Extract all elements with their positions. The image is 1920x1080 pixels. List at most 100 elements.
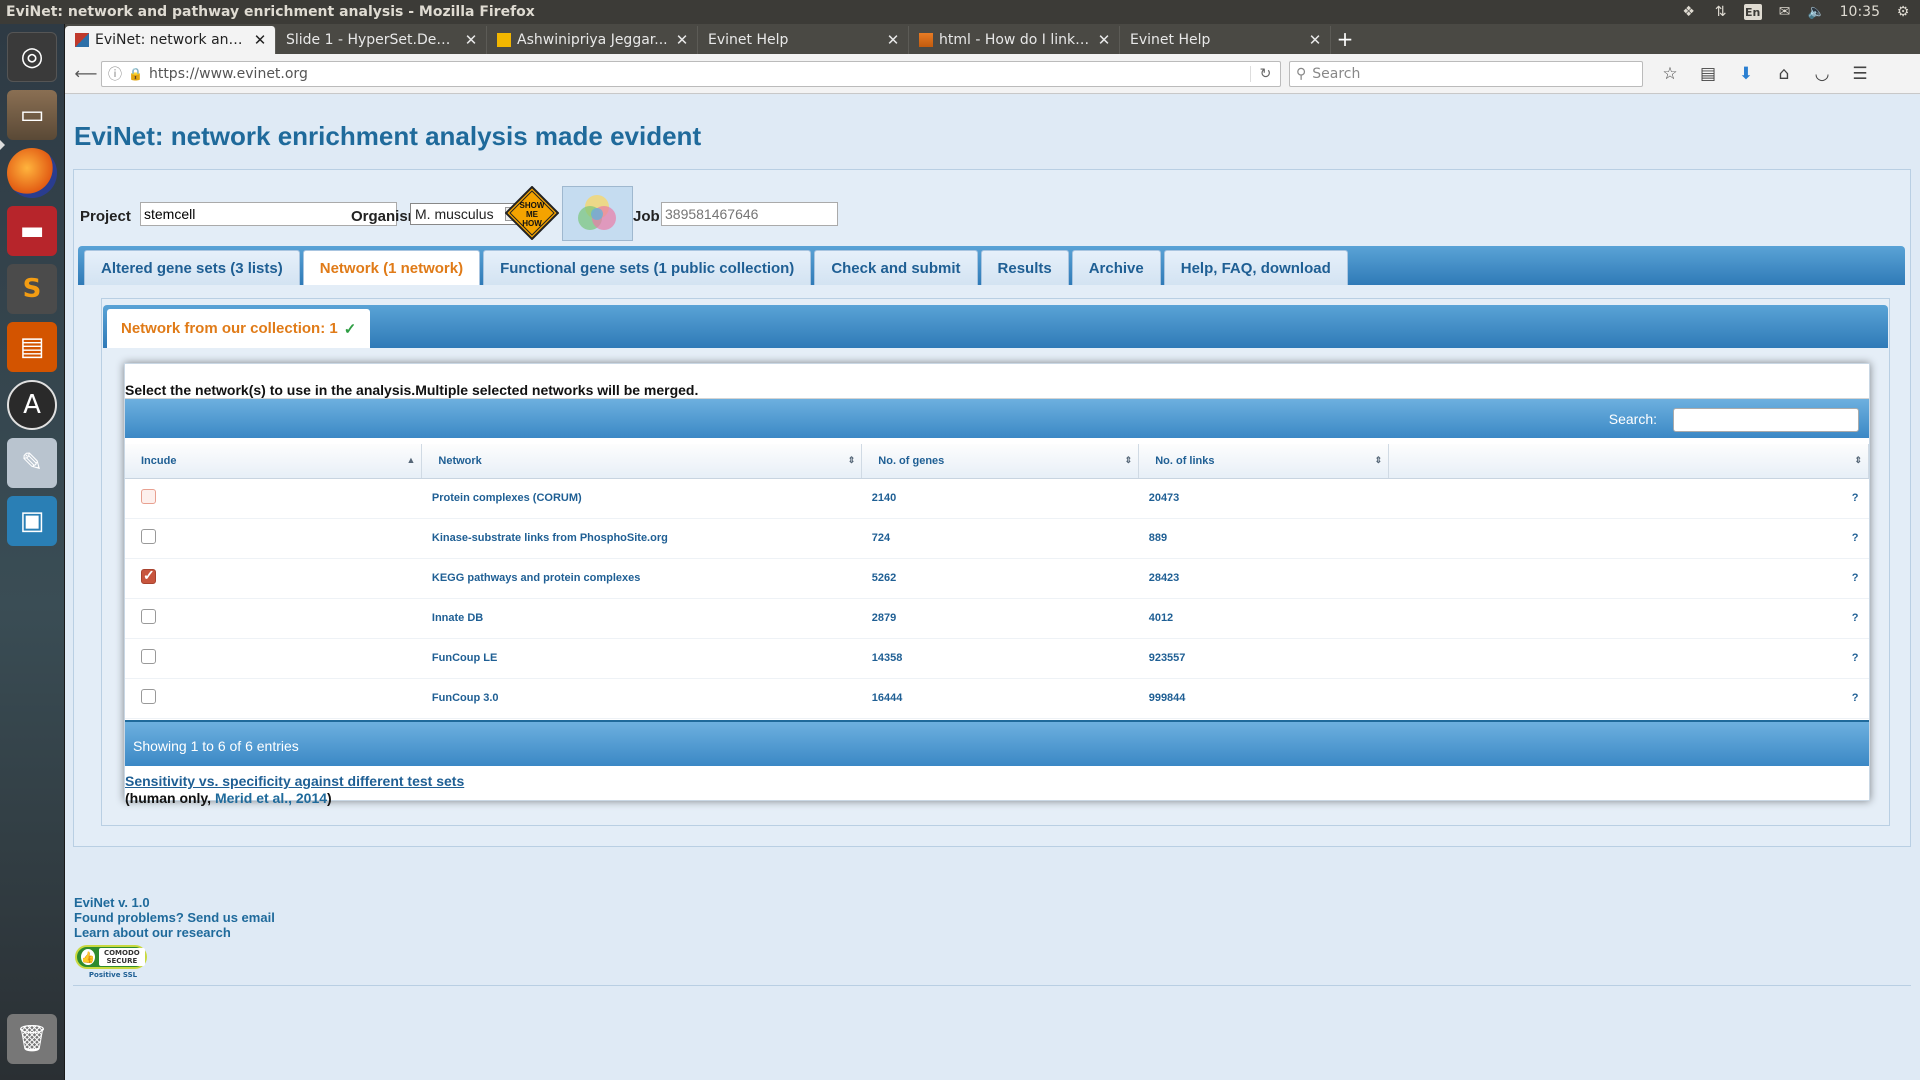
network-selection-box: Select the network(s) to use in the anal… xyxy=(124,363,1870,806)
mail-icon[interactable]: ✉ xyxy=(1776,4,1794,20)
close-icon[interactable]: ✕ xyxy=(675,31,689,49)
menu-icon[interactable]: ☰ xyxy=(1847,61,1873,87)
reading-list-icon[interactable]: ▤ xyxy=(1695,61,1721,87)
help-icon[interactable]: ? xyxy=(1388,598,1869,639)
close-icon[interactable]: ✕ xyxy=(464,31,478,49)
show-me-how-sign[interactable]: SHOW ME HOW xyxy=(505,186,559,240)
tab-results[interactable]: Results xyxy=(980,250,1069,285)
network-name[interactable]: Kinase-substrate links from PhosphoSite.… xyxy=(421,518,862,559)
keyboard-layout[interactable]: En xyxy=(1743,4,1762,20)
download-icon[interactable]: ⬇ xyxy=(1733,61,1759,87)
clock[interactable]: 10:35 xyxy=(1840,4,1880,20)
image-viewer-icon[interactable]: ✎ xyxy=(7,438,57,488)
sublime-icon[interactable]: S xyxy=(7,264,57,314)
software-updater-icon[interactable]: A xyxy=(7,380,57,430)
browser-tab[interactable]: html - How do I link t... ✕ xyxy=(909,26,1120,54)
tab-archive[interactable]: Archive xyxy=(1071,250,1161,285)
include-checkbox[interactable] xyxy=(141,489,156,504)
help-icon[interactable]: ? xyxy=(1388,638,1869,679)
show-me-how-text: SHOW xyxy=(520,201,545,210)
close-icon[interactable]: ✕ xyxy=(253,31,267,49)
browser-tab[interactable]: Ashwinipriya Jeggar... ✕ xyxy=(487,26,698,54)
dropbox-icon[interactable]: ❖ xyxy=(1680,4,1698,20)
dash-icon[interactable]: ◎ xyxy=(7,32,57,82)
trash-icon[interactable]: 🗑 xyxy=(7,1014,57,1064)
network-name[interactable]: Protein complexes (CORUM) xyxy=(421,478,862,519)
network-name[interactable]: FunCoup LE xyxy=(421,638,862,679)
include-checkbox[interactable] xyxy=(141,689,156,704)
terminal-icon[interactable]: ▬ xyxy=(7,206,57,256)
table-row: KEGG pathways and protein complexes 5262… xyxy=(125,558,1869,599)
include-checkbox[interactable] xyxy=(141,567,156,584)
help-icon[interactable]: ? xyxy=(1388,518,1869,559)
close-icon[interactable]: ✕ xyxy=(1097,31,1111,49)
close-icon[interactable]: ✕ xyxy=(886,31,900,49)
new-tab-button[interactable]: + xyxy=(1331,26,1359,54)
include-checkbox[interactable] xyxy=(141,529,156,544)
research-link[interactable]: Learn about our research xyxy=(74,925,275,940)
column-header-links[interactable]: No. of links ⇕ xyxy=(1138,444,1390,479)
svg-text:ME: ME xyxy=(526,210,539,219)
table-toolbar: Search: xyxy=(125,398,1869,438)
merid-citation-link[interactable]: Merid et al., 2014 xyxy=(215,790,327,806)
svg-text:HOW: HOW xyxy=(522,219,542,228)
network-name[interactable]: KEGG pathways and protein complexes xyxy=(421,558,862,599)
gene-count: 2140 xyxy=(861,478,1139,519)
gene-count: 5262 xyxy=(861,558,1139,599)
home-icon[interactable]: ⌂ xyxy=(1771,61,1797,87)
column-header-help[interactable]: ⇕ xyxy=(1388,444,1869,479)
settings-gear-icon[interactable]: ⚙ xyxy=(1894,4,1912,20)
url-bar[interactable]: ⓘ 🔒 https://www.evinet.org ↻ xyxy=(101,60,1281,87)
browser-tab[interactable]: EviNet: network and... ✕ xyxy=(65,26,276,54)
gene-count: 14358 xyxy=(861,638,1139,679)
email-link[interactable]: Found problems? Send us email xyxy=(74,910,275,925)
network-name[interactable]: FunCoup 3.0 xyxy=(421,678,862,719)
column-header-genes[interactable]: No. of genes ⇕ xyxy=(861,444,1140,479)
version-link[interactable]: EviNet v. 1.0 xyxy=(74,895,275,910)
browser-search-input[interactable]: ⚲ Search xyxy=(1289,60,1643,87)
tab-help[interactable]: Help, FAQ, download xyxy=(1163,250,1348,285)
info-icon[interactable]: ⓘ xyxy=(108,64,122,84)
help-icon[interactable]: ? xyxy=(1388,678,1869,719)
back-icon[interactable]: ⟵ xyxy=(73,61,99,87)
include-checkbox[interactable] xyxy=(141,649,156,664)
sensitivity-link[interactable]: Sensitivity vs. specificity against diff… xyxy=(125,773,464,789)
gene-count: 2879 xyxy=(861,598,1139,639)
browser-tab-bar: EviNet: network and... ✕ Slide 1 - Hyper… xyxy=(65,24,1920,54)
network-name[interactable]: Innate DB xyxy=(421,598,862,639)
bookmark-star-icon[interactable]: ☆ xyxy=(1657,61,1683,87)
column-header-network[interactable]: Network ⇕ xyxy=(421,444,863,479)
help-icon[interactable]: ? xyxy=(1388,558,1869,599)
sort-icon: ⇕ xyxy=(1854,455,1862,465)
help-icon[interactable]: ? xyxy=(1388,478,1869,519)
close-icon[interactable]: ✕ xyxy=(1308,31,1322,49)
browser-tab[interactable]: Evinet Help ✕ xyxy=(1120,26,1331,54)
firefox-icon[interactable] xyxy=(7,148,57,198)
reload-icon[interactable]: ↻ xyxy=(1250,65,1280,82)
organism-select[interactable]: M. musculus ▾ xyxy=(410,203,520,225)
instruction-text: Select the network(s) to use in the anal… xyxy=(125,382,699,398)
job-input[interactable] xyxy=(661,202,838,226)
tab-altered-gene-sets[interactable]: Altered gene sets (3 lists) xyxy=(84,250,300,285)
table-search-input[interactable] xyxy=(1673,408,1859,432)
tab-check-and-submit[interactable]: Check and submit xyxy=(814,250,978,285)
tab-functional-gene-sets[interactable]: Functional gene sets (1 public collectio… xyxy=(483,250,812,285)
volume-icon[interactable]: 🔈 xyxy=(1808,4,1826,20)
browser-tab[interactable]: Slide 1 - HyperSet.Dem... ✕ xyxy=(276,26,487,54)
tab-network[interactable]: Network (1 network) xyxy=(302,250,481,285)
browser-tab[interactable]: Evinet Help ✕ xyxy=(698,26,909,54)
column-header-include[interactable]: Incude ▲ xyxy=(125,444,423,479)
impress-icon[interactable]: ▤ xyxy=(7,322,57,372)
pocket-icon[interactable]: ◡ xyxy=(1809,61,1835,87)
comodo-seal[interactable]: 👍 COMODO SECURE Positive SSL xyxy=(75,945,151,985)
shotwell-icon[interactable]: ▣ xyxy=(7,496,57,546)
tab-network-collection[interactable]: Network from our collection: 1 ✓ xyxy=(107,309,371,348)
files-icon[interactable]: ▭ xyxy=(7,90,57,140)
project-label: Project xyxy=(80,208,131,225)
sort-icon: ⇕ xyxy=(1374,455,1383,465)
venn-diagram-icon[interactable] xyxy=(562,186,633,241)
network-icon[interactable]: ⇅ xyxy=(1712,4,1730,20)
check-icon: ✓ xyxy=(343,320,357,338)
sub-tab-bar: Network from our collection: 1 ✓ xyxy=(103,305,1888,348)
include-checkbox[interactable] xyxy=(141,609,156,624)
